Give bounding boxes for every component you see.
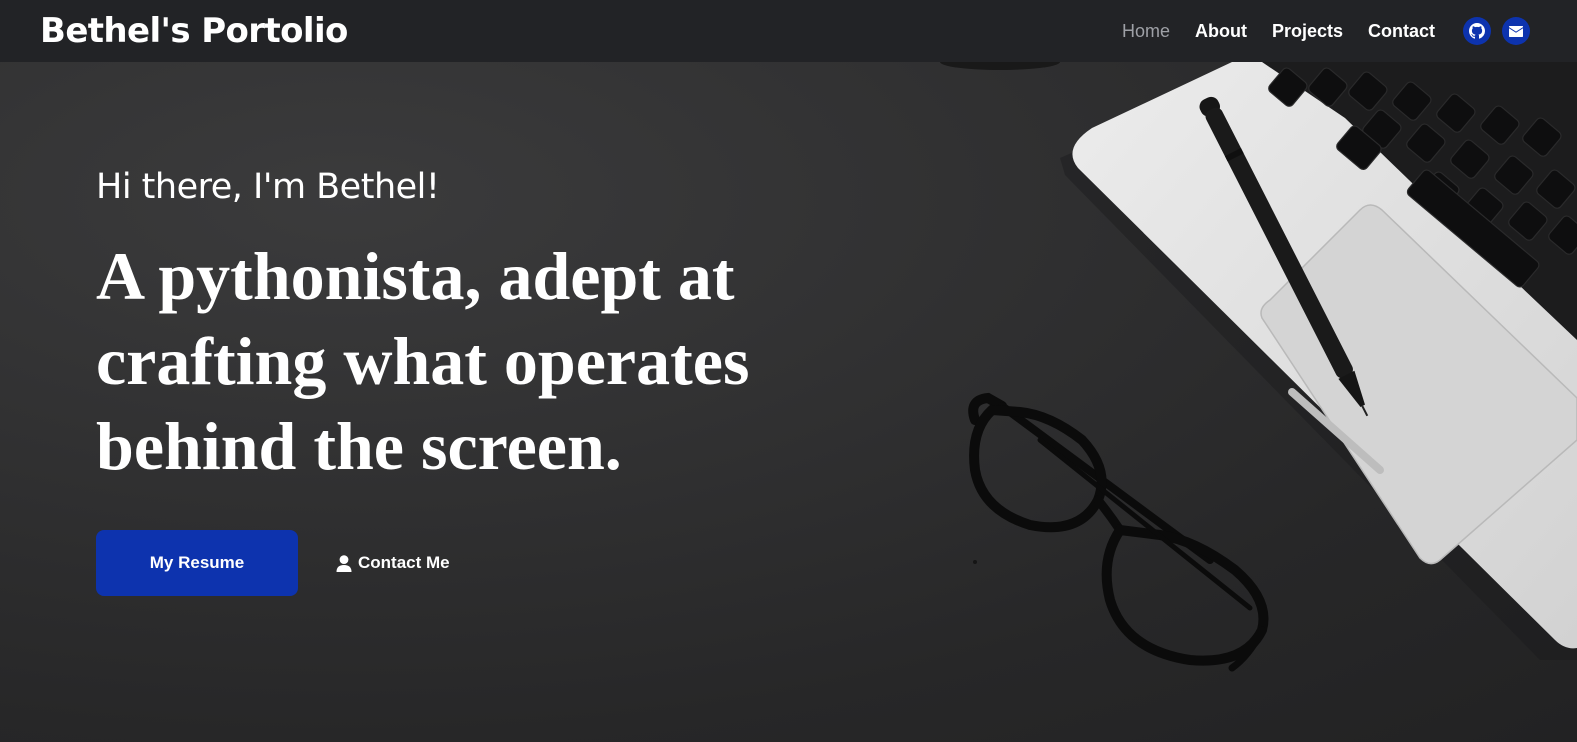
hero-greeting: Hi there, I'm Bethel! (96, 167, 440, 207)
nav-link-contact[interactable]: Contact (1368, 21, 1435, 42)
nav-link-about[interactable]: About (1195, 21, 1247, 42)
hero-headline: A pythonista, adept at crafting what ope… (96, 238, 750, 484)
navbar: Bethel's Portolio Home About Projects Co… (0, 0, 1577, 62)
nav-links: Home About Projects Contact (1097, 0, 1435, 62)
contact-me-button[interactable]: Contact Me (336, 550, 450, 576)
hero-section: Hi there, I'm Bethel! A pythonista, adep… (0, 62, 1577, 742)
user-icon (336, 554, 352, 572)
email-link[interactable] (1502, 17, 1530, 45)
envelope-icon (1509, 25, 1523, 37)
nav-link-home[interactable]: Home (1122, 21, 1170, 42)
github-icon (1469, 23, 1485, 39)
contact-me-label: Contact Me (358, 553, 450, 572)
github-link[interactable] (1463, 17, 1491, 45)
my-resume-button[interactable]: My Resume (96, 530, 298, 596)
nav-link-projects[interactable]: Projects (1272, 21, 1343, 42)
brand-logo-text[interactable]: Bethel's Portolio (40, 8, 348, 54)
